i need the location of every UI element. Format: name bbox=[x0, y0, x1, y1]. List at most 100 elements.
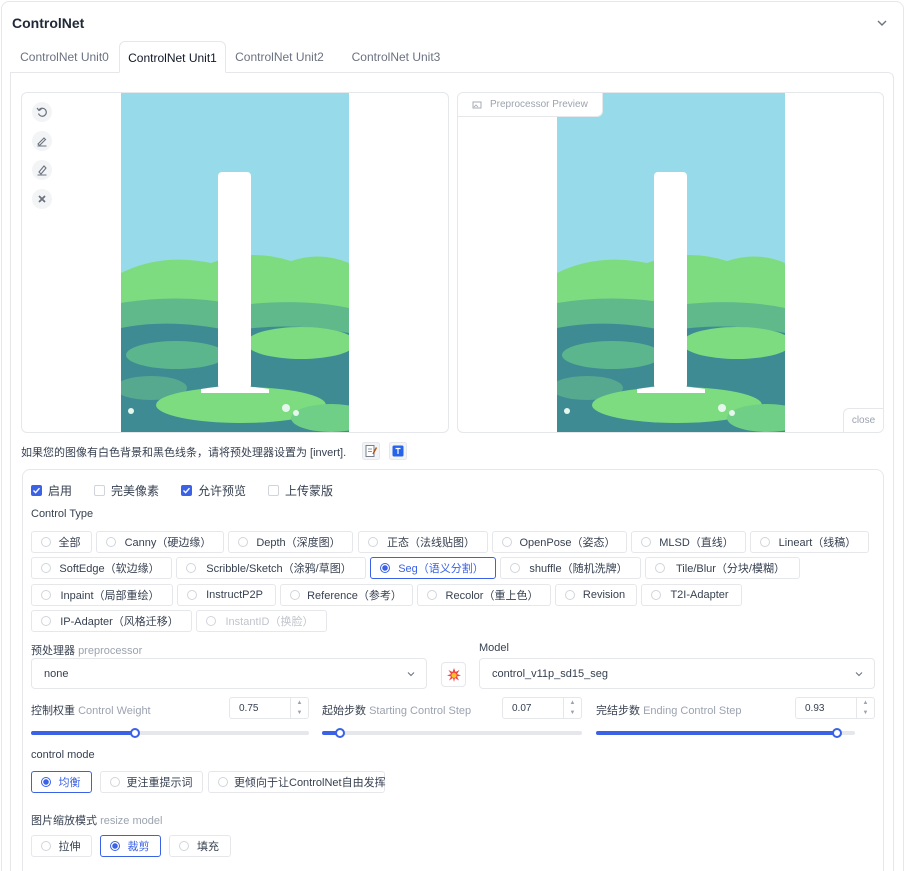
control-type-normal[interactable]: 正态（法线贴图） bbox=[358, 531, 488, 553]
checkbox-unchecked-icon bbox=[268, 485, 279, 496]
spin-down-icon: ▼ bbox=[862, 710, 869, 716]
control-type-shuffle[interactable]: shuffle（随机洗牌） bbox=[500, 557, 641, 579]
spinner[interactable]: ▲ ▼ bbox=[290, 698, 308, 718]
explosion-icon bbox=[446, 667, 461, 682]
control-type-depth[interactable]: Depth（深度图） bbox=[228, 531, 353, 553]
input-image-canvas[interactable] bbox=[21, 92, 449, 433]
run-preprocessor-button[interactable] bbox=[441, 662, 466, 687]
radio-icon bbox=[179, 841, 189, 851]
control-type-softedge[interactable]: SoftEdge（软边缘） bbox=[31, 557, 172, 579]
radio-icon bbox=[368, 537, 378, 547]
send-dimensions-icon[interactable] bbox=[389, 442, 407, 460]
brush-icon bbox=[37, 137, 47, 147]
tab-unit3[interactable]: ControlNet Unit3 bbox=[340, 41, 452, 73]
tab-unit1[interactable]: ControlNet Unit1 bbox=[119, 41, 226, 73]
control-type-all[interactable]: 全部 bbox=[31, 531, 92, 553]
control-type-t2i-adapter[interactable]: T2I-Adapter bbox=[641, 584, 742, 606]
close-preview-button[interactable]: close bbox=[843, 408, 883, 432]
control-type-revision[interactable]: Revision bbox=[555, 584, 637, 606]
spin-up-icon: ▲ bbox=[296, 700, 303, 706]
radio-icon bbox=[238, 537, 248, 547]
radio-icon bbox=[290, 590, 300, 600]
radio-selected-icon bbox=[41, 777, 51, 787]
radio-icon bbox=[106, 537, 116, 547]
control-type-ip-adapter[interactable]: IP-Adapter（风格迁移） bbox=[31, 610, 192, 632]
control-mode-prompt[interactable]: 更注重提示词 bbox=[100, 771, 203, 793]
preprocessor-select[interactable]: none bbox=[31, 658, 427, 689]
checkbox-checked-icon bbox=[181, 485, 192, 496]
tab-unit2[interactable]: ControlNet Unit2 bbox=[226, 41, 333, 73]
radio-icon bbox=[187, 590, 197, 600]
model-label: Model bbox=[479, 642, 509, 654]
enable-checkbox[interactable]: 启用 bbox=[31, 482, 72, 499]
preview-label: Preprocessor Preview bbox=[458, 93, 603, 117]
control-type-lineart[interactable]: Lineart（线稿） bbox=[750, 531, 869, 553]
ending-step-input[interactable]: 0.93 ▲ ▼ bbox=[795, 697, 875, 719]
starting-step-slider[interactable] bbox=[322, 728, 582, 738]
spin-down-icon: ▼ bbox=[569, 710, 576, 716]
clear-icon bbox=[38, 195, 46, 203]
resize-mode-fill[interactable]: 填充 bbox=[169, 835, 231, 857]
control-type-label: Control Type bbox=[31, 508, 94, 520]
ending-step-slider[interactable] bbox=[596, 728, 855, 738]
radio-icon bbox=[427, 590, 437, 600]
control-weight-label: 控制权重 Control Weight bbox=[31, 705, 151, 717]
slider-thumb[interactable] bbox=[831, 728, 842, 738]
spin-down-icon: ▼ bbox=[296, 710, 303, 716]
slider-fill bbox=[596, 731, 837, 735]
control-type-reference[interactable]: Reference（参考） bbox=[280, 584, 413, 606]
control-type-inpaint[interactable]: Inpaint（局部重绘） bbox=[31, 584, 173, 606]
control-mode-balanced[interactable]: 均衡 bbox=[31, 771, 92, 793]
radio-icon bbox=[41, 537, 51, 547]
preview-image bbox=[557, 93, 785, 432]
resize-mode-label: 图片缩放模式 resize model bbox=[31, 815, 163, 827]
control-type-seg[interactable]: Seg（语义分割） bbox=[370, 557, 496, 579]
edit-doc-icon[interactable] bbox=[362, 442, 380, 460]
radio-icon bbox=[565, 590, 575, 600]
control-mode-controlnet[interactable]: 更倾向于让ControlNet自由发挥 bbox=[208, 771, 386, 793]
slider-fill bbox=[31, 731, 136, 735]
control-type-tile[interactable]: Tile/Blur（分块/模糊） bbox=[645, 557, 800, 579]
control-type-instructp2p[interactable]: InstructP2P bbox=[177, 584, 276, 606]
spinner[interactable]: ▲ ▼ bbox=[563, 698, 581, 718]
panel-title: ControlNet bbox=[12, 15, 85, 31]
chevron-down-icon[interactable] bbox=[875, 16, 889, 30]
control-type-canny[interactable]: Canny（硬边缘） bbox=[96, 531, 224, 553]
invert-hint: 如果您的图像有白色背景和黑色线条，请将预处理器设置为 [invert]. bbox=[21, 447, 347, 459]
input-image bbox=[121, 93, 349, 432]
radio-icon bbox=[206, 616, 216, 626]
preprocessor-label: 预处理器 preprocessor bbox=[31, 645, 143, 657]
upload-mask-checkbox[interactable]: 上传蒙版 bbox=[268, 482, 333, 499]
control-type-recolor[interactable]: Recolor（重上色） bbox=[417, 584, 551, 606]
eraser-icon bbox=[37, 165, 47, 176]
control-mode-label: control mode bbox=[31, 749, 95, 761]
control-weight-slider[interactable] bbox=[31, 728, 309, 738]
radio-icon bbox=[502, 537, 512, 547]
radio-selected-icon bbox=[110, 841, 120, 851]
radio-icon bbox=[41, 563, 51, 573]
control-type-openpose[interactable]: OpenPose（姿态） bbox=[492, 531, 627, 553]
allow-preview-checkbox[interactable]: 允许预览 bbox=[181, 482, 246, 499]
pixel-perfect-checkbox[interactable]: 完美像素 bbox=[94, 482, 159, 499]
radio-icon bbox=[41, 616, 51, 626]
undo-button[interactable] bbox=[32, 102, 52, 122]
control-type-mlsd[interactable]: MLSD（直线） bbox=[631, 531, 746, 553]
radio-icon bbox=[186, 563, 196, 573]
radio-icon bbox=[110, 777, 120, 787]
eraser-button[interactable] bbox=[32, 160, 52, 180]
tab-unit0[interactable]: ControlNet Unit0 bbox=[10, 41, 119, 73]
brush-button[interactable] bbox=[32, 131, 52, 151]
spinner[interactable]: ▲ ▼ bbox=[856, 698, 874, 718]
ending-step-label: 完结步数 Ending Control Step bbox=[596, 705, 742, 717]
model-select[interactable]: control_v11p_sd15_seg bbox=[479, 658, 875, 689]
radio-icon bbox=[41, 841, 51, 851]
starting-step-input[interactable]: 0.07 ▲ ▼ bbox=[502, 697, 582, 719]
resize-mode-crop[interactable]: 裁剪 bbox=[100, 835, 161, 857]
clear-button[interactable] bbox=[32, 189, 52, 209]
undo-icon bbox=[36, 107, 47, 117]
radio-icon bbox=[41, 590, 51, 600]
checkbox-checked-icon bbox=[31, 485, 42, 496]
control-weight-input[interactable]: 0.75 ▲ ▼ bbox=[229, 697, 309, 719]
control-type-scribble[interactable]: Scribble/Sketch（涂鸦/草图） bbox=[176, 557, 366, 579]
resize-mode-stretch[interactable]: 拉伸 bbox=[31, 835, 92, 857]
